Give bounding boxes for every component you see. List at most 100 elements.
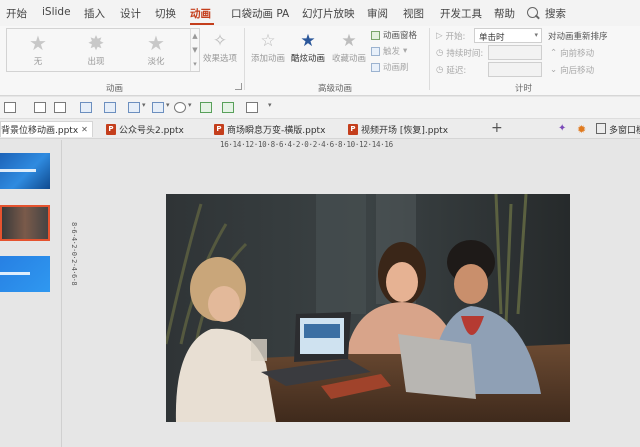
doc-tab[interactable]: P 视频开场 [恢复].pptx: [348, 121, 448, 137]
arrange-icon[interactable]: [128, 102, 140, 113]
export-icon[interactable]: [200, 102, 212, 113]
format-painter-icon[interactable]: [34, 102, 46, 113]
customize-toolbar-icon[interactable]: ▾: [268, 101, 272, 109]
shape-fill-icon[interactable]: [54, 102, 66, 113]
group-separator: [244, 28, 245, 90]
slide-photo[interactable]: [166, 194, 570, 422]
animation-dialog-launcher-icon[interactable]: [235, 83, 242, 90]
powerpoint-file-icon: P: [106, 123, 116, 135]
collect-animation-icon: ★: [341, 31, 357, 51]
collect-animation-button[interactable]: ★ 收藏动画: [329, 30, 369, 64]
animation-fade-button[interactable]: ★ 淡化: [131, 31, 181, 67]
multi-window-label[interactable]: 多窗口模: [609, 121, 640, 137]
doc-tab-label: 商场瞬息万变-横版.pptx: [227, 125, 326, 136]
scroll-down-icon[interactable]: ▼: [191, 43, 199, 57]
delay-label: 延迟:: [446, 66, 467, 76]
group-animation-label: 动画: [106, 84, 124, 94]
add-animation-button[interactable]: ☆ 添加动画: [249, 30, 287, 64]
collect-animation-label: 收藏动画: [331, 54, 366, 64]
animation-appear-button[interactable]: ✸ 出现: [71, 31, 121, 67]
slide-thumbnail-selected[interactable]: [0, 205, 50, 241]
doc-tab-active[interactable]: 背景位移动画.pptx ✕: [0, 121, 93, 137]
quick-access-toolbar: ▾ ▾ ▾ ▾: [0, 97, 640, 119]
add-animation-icon: ☆: [260, 31, 276, 51]
horizontal-ruler[interactable]: 16·14·12·10·8·6·4·2·0·2·4·6·8·10·12·14·1…: [220, 140, 518, 152]
menu-review[interactable]: 审阅: [367, 6, 388, 21]
start-value: 单击时: [479, 33, 505, 43]
add-tab-icon[interactable]: +: [491, 120, 503, 136]
doc-tab[interactable]: P 商场瞬息万变-横版.pptx: [214, 121, 325, 137]
menu-islide[interactable]: iSlide: [42, 6, 71, 18]
add-animation-label: 添加动画: [250, 54, 285, 64]
doc-tab[interactable]: P 公众号头2.pptx: [106, 121, 184, 137]
group-timing-label: 计时: [515, 84, 533, 94]
cool-animation-icon: ★: [300, 31, 316, 51]
animation-pane-button[interactable]: 动画窗格: [371, 29, 417, 41]
powerpoint-file-icon: P: [214, 123, 224, 135]
copy-icon[interactable]: [246, 102, 258, 113]
cool-animation-button[interactable]: ★ 酷炫动画: [288, 30, 328, 64]
meeting-photo: [166, 194, 570, 422]
vertical-ruler[interactable]: 8·6·4·2·0·2·4·6·8: [68, 222, 78, 392]
doc-tab-label: 公众号头2.pptx: [119, 125, 184, 136]
powerpoint-file-icon: P: [348, 123, 358, 135]
start-select[interactable]: 单击时 ▾: [474, 28, 542, 43]
menu-help[interactable]: 帮助: [494, 6, 515, 21]
ungroup-icon[interactable]: [104, 102, 116, 113]
move-later-label: 向后移动: [560, 66, 595, 76]
effect-options-label: 效果选项: [202, 54, 237, 64]
menu-insert[interactable]: 插入: [84, 6, 105, 21]
trigger-icon: [371, 46, 380, 56]
chevron-up-icon: ⌃: [550, 48, 558, 58]
chevron-down-icon[interactable]: ▾: [142, 101, 146, 109]
align-icon[interactable]: [4, 102, 16, 113]
gear-icon[interactable]: ✹: [577, 123, 588, 136]
color-picker-icon[interactable]: [222, 102, 234, 113]
animation-pane-label: 动画窗格: [383, 31, 418, 41]
chevron-down-icon: ⌄: [550, 65, 558, 75]
trigger-button[interactable]: 触发 ▾: [371, 45, 407, 57]
animation-none-button[interactable]: ★ 无: [13, 31, 63, 67]
search-label[interactable]: 搜索: [545, 6, 566, 21]
duration-row: ◷ 持续时间:: [436, 47, 483, 59]
slide-thumbnail[interactable]: [0, 153, 50, 189]
close-icon[interactable]: ✕: [81, 125, 88, 134]
group-advanced-label: 高级动画: [318, 84, 353, 94]
menu-transitions[interactable]: 切换: [155, 6, 176, 21]
menu-slideshow[interactable]: 幻灯片放映: [302, 6, 355, 21]
scroll-up-icon[interactable]: ▲: [191, 29, 199, 43]
menu-animations[interactable]: 动画: [190, 6, 211, 21]
move-earlier-button[interactable]: ⌃ 向前移动: [550, 47, 594, 59]
pin-icon[interactable]: ✦: [558, 123, 569, 134]
menu-design[interactable]: 设计: [120, 6, 141, 21]
animation-fade-label: 淡化: [147, 57, 165, 67]
animation-none-label: 无: [33, 57, 43, 67]
thumbnail-title-bar: [0, 169, 36, 172]
start-row: ▷ 开始:: [436, 30, 465, 42]
slide-thumbnail-panel: [0, 140, 62, 447]
effect-options-button[interactable]: ✧ 效果选项: [200, 30, 240, 64]
search-icon[interactable]: [527, 7, 538, 18]
star-burst-icon: ✸: [87, 31, 105, 55]
distribute-icon[interactable]: [152, 102, 164, 113]
gallery-scroll[interactable]: ▲ ▼ ▾: [190, 29, 199, 71]
animation-appear-label: 出现: [87, 57, 105, 67]
menu-home[interactable]: 开始: [6, 6, 27, 21]
merge-shapes-icon[interactable]: [174, 102, 186, 113]
animation-painter-icon: [371, 62, 380, 72]
menu-developer[interactable]: 开发工具: [440, 6, 482, 21]
chevron-down-icon[interactable]: ▾: [188, 101, 192, 109]
multi-window-icon[interactable]: [596, 123, 606, 134]
move-later-button[interactable]: ⌄ 向后移动: [550, 64, 594, 76]
animation-painter-button[interactable]: 动画刷: [371, 61, 409, 73]
duration-input[interactable]: [488, 45, 542, 60]
chevron-down-icon[interactable]: ▾: [166, 101, 170, 109]
gallery-more-icon[interactable]: ▾: [191, 57, 199, 71]
group-icon[interactable]: [80, 102, 92, 113]
slide-thumbnail[interactable]: [0, 256, 50, 292]
delay-input[interactable]: [488, 62, 542, 77]
menu-view[interactable]: 视图: [403, 6, 424, 21]
animation-pane-icon: [371, 30, 380, 40]
menu-pocket-animation[interactable]: 口袋动画 PA: [231, 6, 289, 21]
animation-painter-label: 动画刷: [383, 63, 409, 73]
